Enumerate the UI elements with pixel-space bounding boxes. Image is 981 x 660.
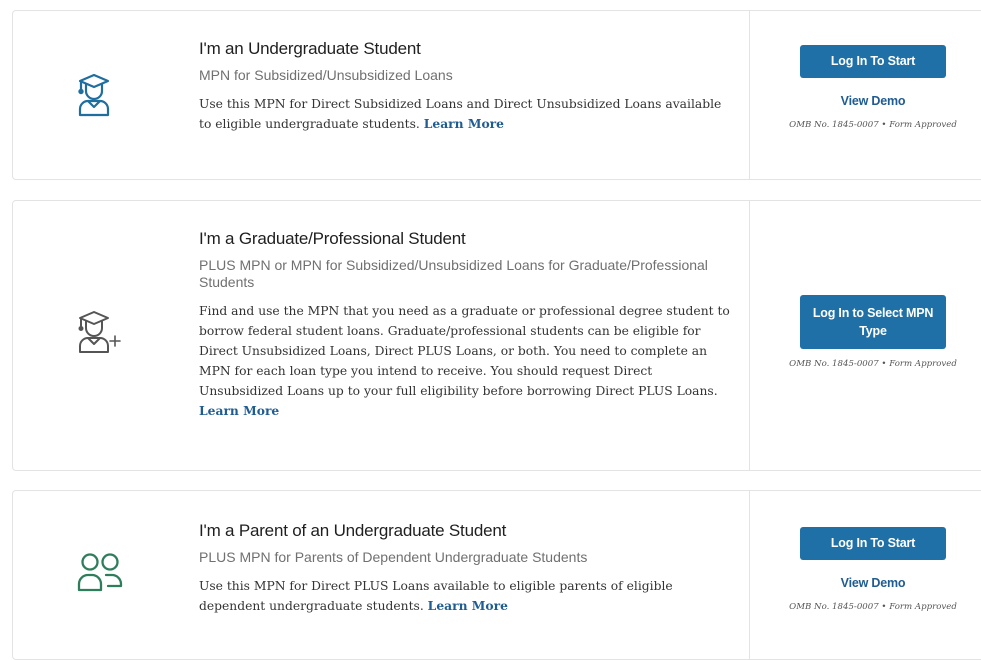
view-demo-link[interactable]: View Demo: [773, 94, 973, 108]
omb-notice: OMB No. 1845-0007 • Form Approved: [789, 359, 957, 369]
card-title: I'm a Graduate/Professional Student: [199, 229, 466, 248]
card-subtitle: MPN for Subsidized/Unsubsidized Loans: [199, 67, 453, 83]
undergraduate-card: I'm an Undergraduate Student MPN for Sub…: [12, 10, 981, 180]
card-content: I'm a Graduate/Professional Student PLUS…: [199, 229, 734, 421]
graduate-student-icon: [76, 73, 112, 117]
log-in-to-start-button[interactable]: Log In To Start: [800, 45, 946, 78]
divider: [749, 11, 750, 179]
view-demo-link[interactable]: View Demo: [773, 576, 973, 590]
card-content: I'm a Parent of an Undergraduate Student…: [199, 521, 734, 616]
omb-notice: OMB No. 1845-0007 • Form Approved: [789, 602, 957, 612]
learn-more-link[interactable]: Learn More: [199, 403, 279, 418]
card-subtitle: PLUS MPN or MPN for Subsidized/Unsubsidi…: [199, 257, 708, 290]
card-title: I'm an Undergraduate Student: [199, 39, 421, 58]
graduate-student-plus-icon: [76, 310, 124, 354]
card-description: Use this MPN for Direct PLUS Loans avail…: [199, 576, 734, 616]
card-actions: Log In To Start View Demo OMB No. 1845-0…: [773, 527, 973, 612]
graduate-card: I'm a Graduate/Professional Student PLUS…: [12, 200, 981, 471]
divider: [749, 201, 750, 470]
log-in-to-start-button[interactable]: Log In To Start: [800, 527, 946, 560]
parent-users-icon: [76, 552, 126, 592]
divider: [749, 491, 750, 659]
card-title: I'm a Parent of an Undergraduate Student: [199, 521, 507, 540]
parent-card: I'm a Parent of an Undergraduate Student…: [12, 490, 981, 660]
card-actions: Log In To Start View Demo OMB No. 1845-0…: [773, 45, 973, 130]
card-content: I'm an Undergraduate Student MPN for Sub…: [199, 39, 734, 134]
log-in-to-select-mpn-type-button[interactable]: Log In to Select MPN Type: [800, 295, 946, 349]
learn-more-link[interactable]: Learn More: [428, 598, 508, 613]
card-description: Use this MPN for Direct Subsidized Loans…: [199, 94, 734, 134]
description-text: Find and use the MPN that you need as a …: [199, 304, 730, 398]
card-description: Find and use the MPN that you need as a …: [199, 301, 734, 421]
omb-notice: OMB No. 1845-0007 • Form Approved: [789, 120, 957, 130]
card-subtitle: PLUS MPN for Parents of Dependent Underg…: [199, 549, 588, 565]
card-actions: Log In to Select MPN Type OMB No. 1845-0…: [773, 295, 973, 369]
learn-more-link[interactable]: Learn More: [424, 116, 504, 131]
